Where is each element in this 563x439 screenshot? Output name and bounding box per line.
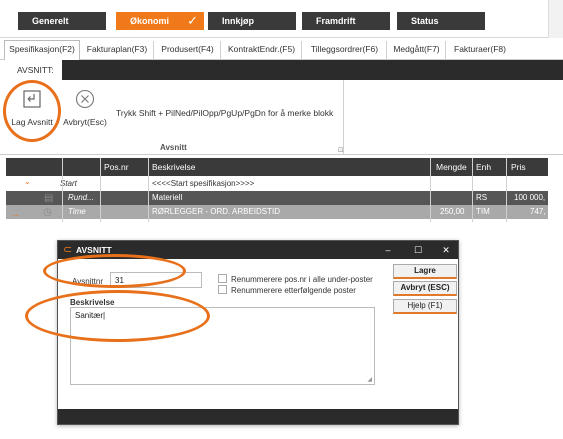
beskrivelse-field[interactable]: Sanitær| ◢ bbox=[70, 307, 375, 385]
dialog-title: AVSNITT bbox=[76, 245, 112, 255]
module-label: Generelt bbox=[32, 16, 69, 26]
row-beskrivelse: Materiell bbox=[152, 193, 183, 202]
dialog-body: Avsnittnr Renummerere pos.nr i alle unde… bbox=[58, 259, 458, 409]
tab-bar: Spesifikasjon(F2) Fakturaplan(F3) Produs… bbox=[0, 38, 563, 61]
ribbon-header-bar bbox=[62, 60, 563, 80]
tab-spesifikasjon[interactable]: Spesifikasjon(F2) bbox=[4, 40, 80, 61]
beskrivelse-label: Beskrivelse bbox=[70, 298, 115, 307]
module-label: Framdrift bbox=[316, 16, 356, 26]
minimize-icon[interactable]: – bbox=[380, 243, 396, 257]
col-posnr[interactable]: Pos.nr bbox=[104, 162, 129, 172]
grid-divider bbox=[62, 158, 63, 222]
clock-icon: ◷ bbox=[43, 207, 52, 218]
module-framdrift-button[interactable]: Framdrift bbox=[302, 12, 390, 30]
module-bar: Generelt Økonomi ✓ Innkjøp Framdrift Stat… bbox=[0, 0, 563, 38]
module-label: Innkjøp bbox=[222, 16, 254, 26]
module-label: Økonomi bbox=[130, 16, 170, 26]
stack-icon: ▤ bbox=[44, 193, 54, 204]
text-cursor: | bbox=[103, 311, 106, 320]
tab-medgatt[interactable]: Medgått(F7) bbox=[388, 41, 446, 60]
current-row-arrow-icon: → bbox=[11, 209, 20, 219]
avsnitt-dialog: ⊂ AVSNITT – ☐ ✕ Avsnittnr Renummerere po… bbox=[57, 240, 459, 425]
module-label: Status bbox=[411, 16, 439, 26]
maximize-icon[interactable]: ☐ bbox=[410, 243, 426, 257]
row-beskrivelse: RØRLEGGER - ORD. ARBEIDSTID bbox=[152, 207, 281, 216]
col-mengde[interactable]: Mengde bbox=[436, 162, 467, 172]
tab-fakturaplan[interactable]: Fakturaplan(F3) bbox=[81, 41, 154, 60]
row-enh: TIM bbox=[476, 207, 490, 216]
new-section-icon bbox=[23, 90, 41, 108]
tab-tilleggsordrer[interactable]: Tilleggsordrer(F6) bbox=[303, 41, 387, 60]
row-pris: 747, bbox=[530, 207, 546, 216]
col-beskrivelse[interactable]: Beskrivelse bbox=[152, 162, 195, 172]
selection-hint: Trykk Shift + PilNed/PilOpp/PgUp/PgDn fo… bbox=[116, 108, 334, 118]
avsnittnr-field[interactable] bbox=[110, 272, 202, 288]
grid-header: Pos.nr Beskrivelse Mengde Enh Pris bbox=[6, 158, 548, 176]
avsnittnr-label: Avsnittnr bbox=[72, 277, 103, 286]
avbryt-label: Avbryt(Esc) bbox=[63, 117, 107, 127]
col-pris[interactable]: Pris bbox=[511, 162, 526, 172]
checkbox-label: Renummerere pos.nr i alle under-poster bbox=[231, 275, 373, 284]
checkbox-label: Renummerere etterfølgende poster bbox=[231, 286, 356, 295]
chevron-down-icon[interactable]: ⌄ bbox=[24, 177, 31, 186]
row-pris: 100 000, bbox=[514, 193, 546, 202]
app-logo-icon: ⊂ bbox=[63, 244, 73, 256]
col-enh[interactable]: Enh bbox=[476, 162, 491, 172]
checkbox-box[interactable] bbox=[218, 274, 227, 283]
module-okonomi-button[interactable]: Økonomi ✓ bbox=[116, 12, 204, 30]
dialog-titlebar: ⊂ AVSNITT – ☐ ✕ bbox=[58, 241, 458, 259]
ribbon-header: AVSNITT: bbox=[0, 60, 563, 80]
row-mengde: 250,00 bbox=[440, 207, 465, 216]
lagre-button[interactable]: Lagre bbox=[393, 264, 457, 279]
lag-avsnitt-label: Lag Avsnitt bbox=[11, 117, 53, 127]
renummerere-under-checkbox[interactable]: Renummerere pos.nr i alle under-poster bbox=[218, 274, 373, 284]
row-beskrivelse: <<<<Start spesifikasjon>>>> bbox=[152, 179, 255, 188]
ribbon-section-label: AVSNITT: bbox=[17, 65, 54, 75]
grid-divider bbox=[430, 158, 431, 222]
module-innkjop-button[interactable]: Innkjøp bbox=[208, 12, 296, 30]
dialog-footer bbox=[58, 409, 458, 424]
close-icon[interactable]: ✕ bbox=[438, 243, 454, 257]
row-type: Time bbox=[68, 207, 86, 216]
row-type: Rund... bbox=[68, 193, 94, 202]
module-generelt-button[interactable]: Generelt bbox=[18, 12, 106, 30]
grid-divider bbox=[100, 158, 101, 222]
side-strip bbox=[548, 0, 563, 38]
lag-avsnitt-button[interactable]: Lag Avsnitt bbox=[4, 84, 60, 140]
table-row[interactable]: Time RØRLEGGER - ORD. ARBEIDSTID 250,00 … bbox=[6, 205, 548, 219]
beskrivelse-text: Sanitær bbox=[75, 311, 104, 320]
grid-divider bbox=[506, 158, 507, 222]
ribbon-group-label: Avsnitt bbox=[160, 143, 187, 152]
tab-produsert[interactable]: Produsert(F4) bbox=[155, 41, 221, 60]
spec-grid: Pos.nr Beskrivelse Mengde Enh Pris Start… bbox=[6, 158, 548, 222]
module-status-button[interactable]: Status bbox=[397, 12, 485, 30]
checkbox-box[interactable] bbox=[218, 285, 227, 294]
checkmark-icon: ✓ bbox=[187, 13, 198, 28]
hjelp-button[interactable]: Hjelp (F1) bbox=[393, 299, 457, 314]
renummerere-etter-checkbox[interactable]: Renummerere etterfølgende poster bbox=[218, 285, 356, 295]
tab-kontraktendr[interactable]: KontraktEndr.(F5) bbox=[222, 41, 302, 60]
ribbon-divider bbox=[343, 80, 344, 155]
cancel-icon bbox=[75, 89, 95, 109]
row-enh: RS bbox=[476, 193, 488, 202]
tab-fakturaer[interactable]: Fakturaer(F8) bbox=[447, 41, 513, 60]
grid-divider bbox=[472, 158, 473, 222]
table-row[interactable]: Start <<<<Start spesifikasjon>>>> bbox=[6, 177, 548, 191]
grid-divider bbox=[148, 158, 149, 222]
table-row[interactable]: Rund... Materiell RS 100 000, bbox=[6, 191, 548, 205]
resize-grip-icon[interactable]: ◢ bbox=[367, 376, 372, 383]
avbryt-esc-button[interactable]: Avbryt (ESC) bbox=[393, 281, 457, 296]
ribbon: Lag Avsnitt Avbryt(Esc) Trykk Shift + Pi… bbox=[0, 80, 563, 155]
avbryt-button[interactable]: Avbryt(Esc) bbox=[57, 84, 113, 140]
